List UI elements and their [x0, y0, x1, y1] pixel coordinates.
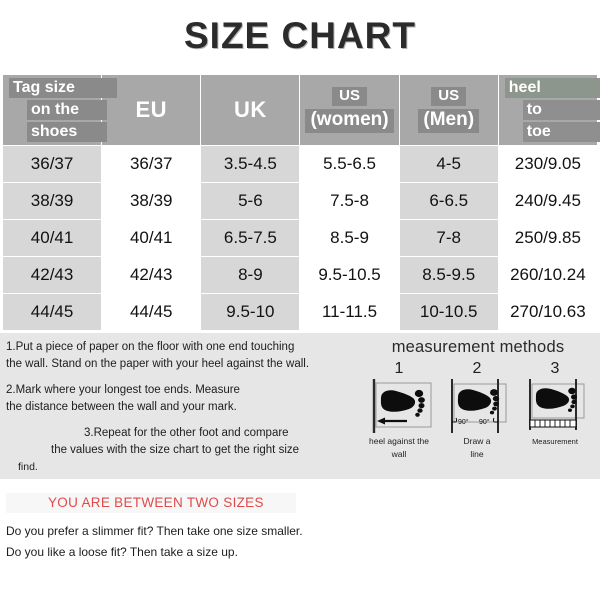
cell-uk: 6.5-7.5 [200, 219, 301, 257]
cell-us-men: 7-8 [398, 219, 499, 257]
cell-eu: 38/39 [101, 182, 202, 220]
cell-eu: 40/41 [101, 219, 202, 257]
table-row: 44/45 44/45 9.5-10 11-11.5 10-10.5 270/1… [1, 293, 599, 331]
table-body: 36/37 36/37 3.5-4.5 5.5-6.5 4-5 230/9.05… [1, 145, 599, 331]
table-row: 42/43 42/43 8-9 9.5-10.5 8.5-9.5 260/10.… [1, 256, 599, 294]
slimmer-fit-note: Do you prefer a slimmer fit? Then take o… [6, 524, 303, 538]
cell-tag-size: 38/39 [1, 182, 103, 220]
diagram-1-caption-line-2: wall [391, 449, 407, 459]
cell-heel-to-toe: 240/9.45 [497, 182, 599, 220]
foot-ruler-icon [529, 379, 585, 430]
cell-tag-size: 40/41 [1, 219, 103, 257]
cell-us-men: 8.5-9.5 [398, 256, 499, 294]
between-sizes-headline: YOU ARE BETWEEN TWO SIZES [6, 493, 600, 513]
diagram-measurement: 3 Measurement [518, 361, 592, 460]
cell-eu: 36/37 [101, 145, 202, 183]
instructions-and-methods-band: 1.Put a piece of paper on the floor with… [0, 333, 600, 479]
diagram-2-caption-line-2: line [470, 449, 484, 459]
measurement-methods-panel: measurement methods 1 heel against the w… [356, 333, 600, 479]
column-header-uk: UK [200, 74, 301, 146]
step-3-line-1: 3.Repeat for the other foot and compare [84, 427, 289, 439]
angle-label-right: 90° [479, 418, 490, 426]
diagram-2-caption-line-1: Draw a [463, 436, 491, 446]
step-1-line-1: 1.Put a piece of paper on the floor with… [6, 341, 295, 353]
tag-size-line-1: Tag size [9, 78, 117, 98]
diagram-3-caption-line-1: Measurement [532, 437, 578, 446]
measurement-diagrams: 1 heel against the wall 2 90° 90° Draw a… [356, 357, 600, 460]
measurement-methods-title: measurement methods [391, 338, 565, 356]
column-header-tag-size: Tag size on the shoes [1, 74, 117, 146]
us-women-stack: US (women) [300, 75, 398, 145]
us-women-bottom: (women) [305, 109, 394, 133]
diagram-draw-a-line: 2 90° 90° Draw a line [440, 361, 514, 460]
cell-tag-size: 42/43 [1, 256, 103, 294]
steps-spacer [6, 373, 354, 382]
cell-tag-size: 44/45 [1, 293, 103, 331]
us-men-top: US [431, 87, 467, 106]
step-3-line-2: the values with the size chart to get th… [51, 444, 300, 456]
table-row: 38/39 38/39 5-6 7.5-8 6-6.5 240/9.45 [1, 182, 599, 220]
loose-fit-note: Do you like a loose fit? Then take a siz… [6, 545, 238, 559]
cell-us-men: 10-10.5 [398, 293, 499, 331]
cell-us-women: 7.5-8 [299, 182, 400, 220]
cell-eu: 42/43 [101, 256, 202, 294]
cell-us-women: 5.5-6.5 [299, 145, 400, 183]
step-3-line-3: find. [18, 461, 38, 473]
angle-label-left: 90° [458, 418, 469, 426]
foot-wall-icon [372, 379, 432, 433]
cell-heel-to-toe: 260/10.24 [497, 256, 599, 294]
between-sizes-section: YOU ARE BETWEEN TWO SIZES Do you prefer … [0, 479, 600, 562]
table-header-row: Tag size on the shoes EU UK US (women) U… [1, 74, 600, 146]
cell-us-men: 6-6.5 [398, 182, 499, 220]
table-header: Tag size on the shoes EU UK US (women) U… [1, 74, 600, 146]
cell-us-women: 11-11.5 [299, 293, 400, 331]
page-title: SIZE CHART [184, 15, 416, 56]
column-header-us-women: US (women) [299, 74, 400, 146]
cell-eu: 44/45 [101, 293, 202, 331]
table-row: 40/41 40/41 6.5-7.5 8.5-9 7-8 250/9.85 [1, 219, 599, 257]
heel-line-2: to [522, 100, 600, 120]
cell-uk: 8-9 [200, 256, 301, 294]
measuring-instructions: 1.Put a piece of paper on the floor with… [6, 339, 354, 476]
us-women-top: US [332, 87, 367, 106]
step-2-line-1: 2.Mark where your longest toe ends. Meas… [6, 384, 240, 396]
cell-heel-to-toe: 230/9.05 [497, 145, 599, 183]
cell-uk: 9.5-10 [200, 293, 301, 331]
cell-us-men: 4-5 [398, 145, 499, 183]
table-row: 36/37 36/37 3.5-4.5 5.5-6.5 4-5 230/9.05 [1, 145, 599, 183]
cell-us-women: 9.5-10.5 [299, 256, 400, 294]
us-men-bottom: (Men) [418, 109, 480, 133]
step-1-line-2: the wall. Stand on the paper with your h… [6, 358, 310, 370]
size-chart-table: Tag size on the shoes EU UK US (women) U… [1, 74, 600, 331]
us-men-stack: US (Men) [400, 75, 498, 145]
tag-size-stack: Tag size on the shoes [3, 75, 117, 145]
cell-uk: 5-6 [200, 182, 301, 220]
tag-size-line-3: shoes [27, 122, 107, 142]
diagram-heel-against-wall: 1 heel against the wall [362, 361, 436, 460]
steps-spacer [6, 416, 354, 425]
cell-heel-to-toe: 270/10.63 [497, 293, 599, 331]
column-header-us-men: US (Men) [398, 74, 499, 146]
step-2-line-2: the distance between the wall and your m… [6, 401, 237, 413]
tag-size-line-2: on the [27, 100, 107, 120]
heel-to-toe-stack: heel to toe [499, 75, 600, 145]
diagram-2-number: 2 [472, 360, 482, 377]
diagram-1-caption-line-1: heel against the [368, 436, 430, 446]
cell-uk: 3.5-4.5 [200, 145, 301, 183]
heel-line-1: heel [504, 78, 600, 98]
foot-two-lines-icon: 90° 90° [451, 379, 507, 433]
cell-us-women: 8.5-9 [299, 219, 400, 257]
size-table-container: Tag size on the shoes EU UK US (women) U… [0, 74, 600, 331]
heel-line-3: toe [522, 122, 600, 142]
diagram-3-number: 3 [550, 360, 560, 377]
diagram-1-number: 1 [394, 360, 404, 377]
cell-tag-size: 36/37 [1, 145, 103, 183]
cell-heel-to-toe: 250/9.85 [497, 219, 599, 257]
column-header-heel-to-toe: heel to toe [497, 74, 600, 146]
